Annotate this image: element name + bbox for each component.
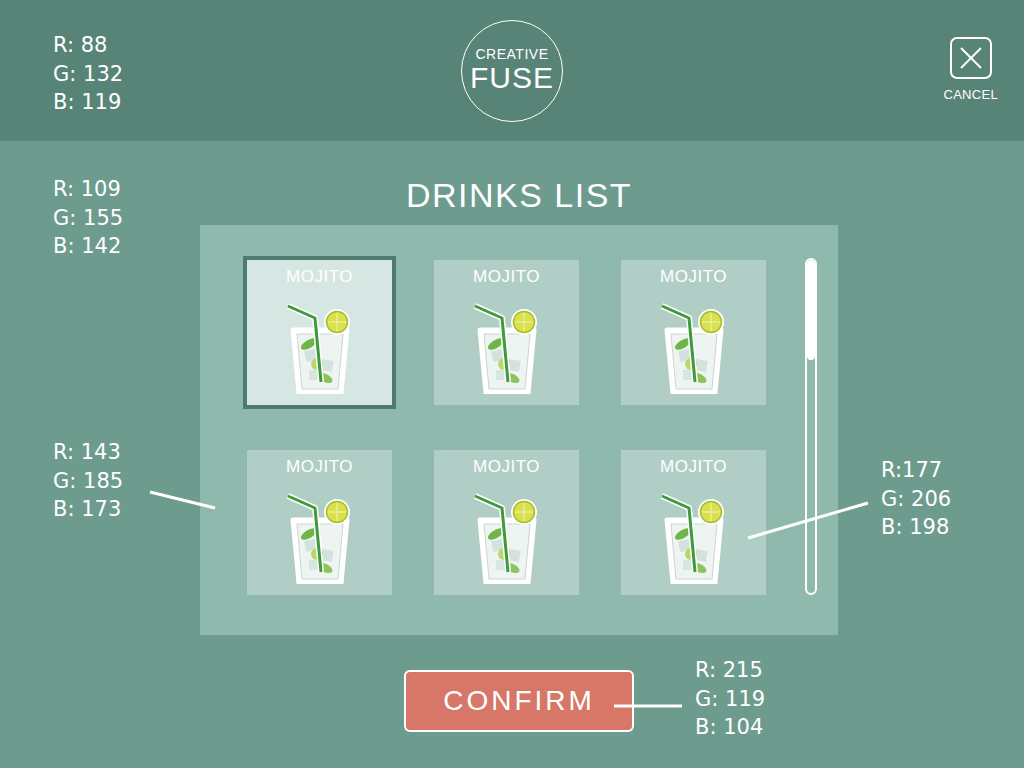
- drink-label[interactable]: MOJITO: [473, 456, 540, 478]
- annotation-line: G: 132: [53, 60, 123, 89]
- annotation-line: R:177: [881, 456, 951, 485]
- annotation-line: R: 109: [53, 175, 123, 204]
- drink-tile[interactable]: MOJITO: [247, 450, 392, 595]
- cocktail-icon: [285, 294, 355, 394]
- cancel-button[interactable]: CANCEL: [943, 37, 1024, 105]
- logo-line: CREATIVE: [476, 47, 549, 62]
- drinks-panel: MOJITO MOJITO MOJITO MOJITO MOJITO MOJITO: [200, 225, 838, 635]
- annotation-line: G: 119: [695, 685, 765, 714]
- scrollbar[interactable]: [805, 258, 817, 595]
- color-annotation: R: 88G: 132B: 119: [53, 31, 123, 117]
- drink-tile[interactable]: MOJITO: [434, 260, 579, 405]
- annotation-line: B: 119: [53, 88, 123, 117]
- annotation-line: B: 104: [695, 713, 765, 742]
- annotation-line: B: 173: [53, 495, 123, 524]
- drink-label[interactable]: MOJITO: [660, 266, 727, 288]
- cocktail-icon: [285, 484, 355, 584]
- annotation-line: G: 206: [881, 485, 951, 514]
- page-title: DRINKS LIST: [200, 175, 838, 216]
- cocktail-icon: [472, 484, 542, 584]
- confirm-button[interactable]: CONFIRM: [404, 670, 634, 732]
- annotation-line: G: 155: [53, 204, 123, 233]
- drink-label[interactable]: MOJITO: [286, 456, 353, 478]
- drinks-screen: CREATIVEFUSECANCELDRINKS LISTMOJITOMOJIT…: [0, 0, 1024, 768]
- scrollbar-thumb[interactable]: [807, 260, 815, 360]
- drink-tile[interactable]: MOJITO: [621, 450, 766, 595]
- cocktail-icon: [659, 294, 729, 394]
- drink-label[interactable]: MOJITO: [286, 266, 353, 288]
- color-annotation: R: 143G: 185B: 173: [53, 438, 123, 524]
- annotation-line: B: 198: [881, 513, 951, 542]
- drinks-grid: MOJITO MOJITO MOJITO MOJITO MOJITO MOJITO: [247, 260, 766, 595]
- logo: CREATIVEFUSE: [461, 20, 563, 122]
- drink-tile[interactable]: MOJITO: [434, 450, 579, 595]
- color-annotation: R: 109G: 155B: 142: [53, 175, 123, 261]
- annotation-line: R: 215: [695, 656, 765, 685]
- annotation-line: R: 88: [53, 31, 123, 60]
- cocktail-icon: [659, 484, 729, 584]
- color-annotation: R:177G: 206B: 198: [881, 456, 951, 542]
- cancel-label[interactable]: CANCEL: [943, 85, 998, 105]
- drink-label[interactable]: MOJITO: [473, 266, 540, 288]
- drinks-column: DRINKS LISTMOJITOMOJITOMOJITOMOJITOMOJIT…: [200, 141, 838, 732]
- drink-tile[interactable]: MOJITO: [621, 260, 766, 405]
- top-bar: CREATIVEFUSE CANCEL: [0, 0, 1024, 141]
- content-area: DRINKS LISTMOJITOMOJITOMOJITOMOJITOMOJIT…: [0, 141, 1024, 768]
- annotation-line: G: 185: [53, 467, 123, 496]
- annotation-lines: [0, 0, 1024, 768]
- drink-label[interactable]: MOJITO: [660, 456, 727, 478]
- color-annotation: R: 215G: 119B: 104: [695, 656, 765, 742]
- annotation-line: B: 142: [53, 232, 123, 261]
- drink-tile[interactable]: MOJITO: [247, 260, 392, 405]
- cocktail-icon: [472, 294, 542, 394]
- logo-line: FUSE: [470, 62, 554, 94]
- close-icon: [950, 37, 992, 79]
- annotation-line: R: 143: [53, 438, 123, 467]
